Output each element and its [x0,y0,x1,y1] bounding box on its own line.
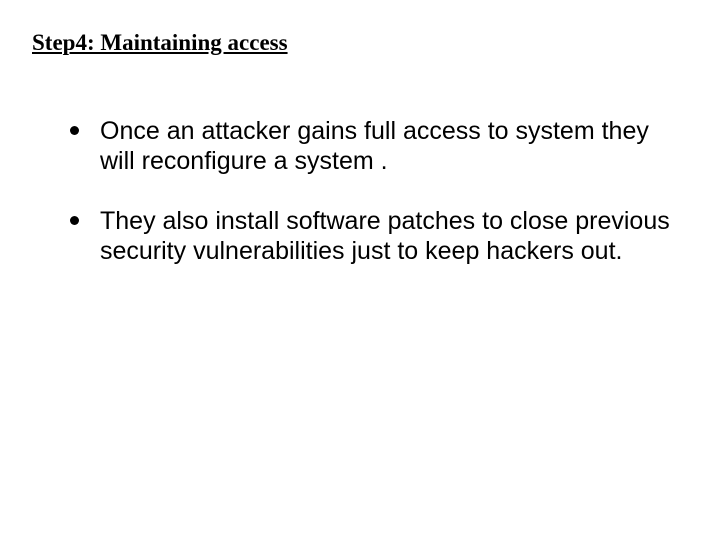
list-item: They also install software patches to cl… [70,206,688,266]
list-item: Once an attacker gains full access to sy… [70,116,688,176]
list-item-text: They also install software patches to cl… [100,207,670,265]
bullet-list: Once an attacker gains full access to sy… [32,116,688,266]
slide-title: Step4: Maintaining access [32,30,688,56]
list-item-text: Once an attacker gains full access to sy… [100,117,649,175]
